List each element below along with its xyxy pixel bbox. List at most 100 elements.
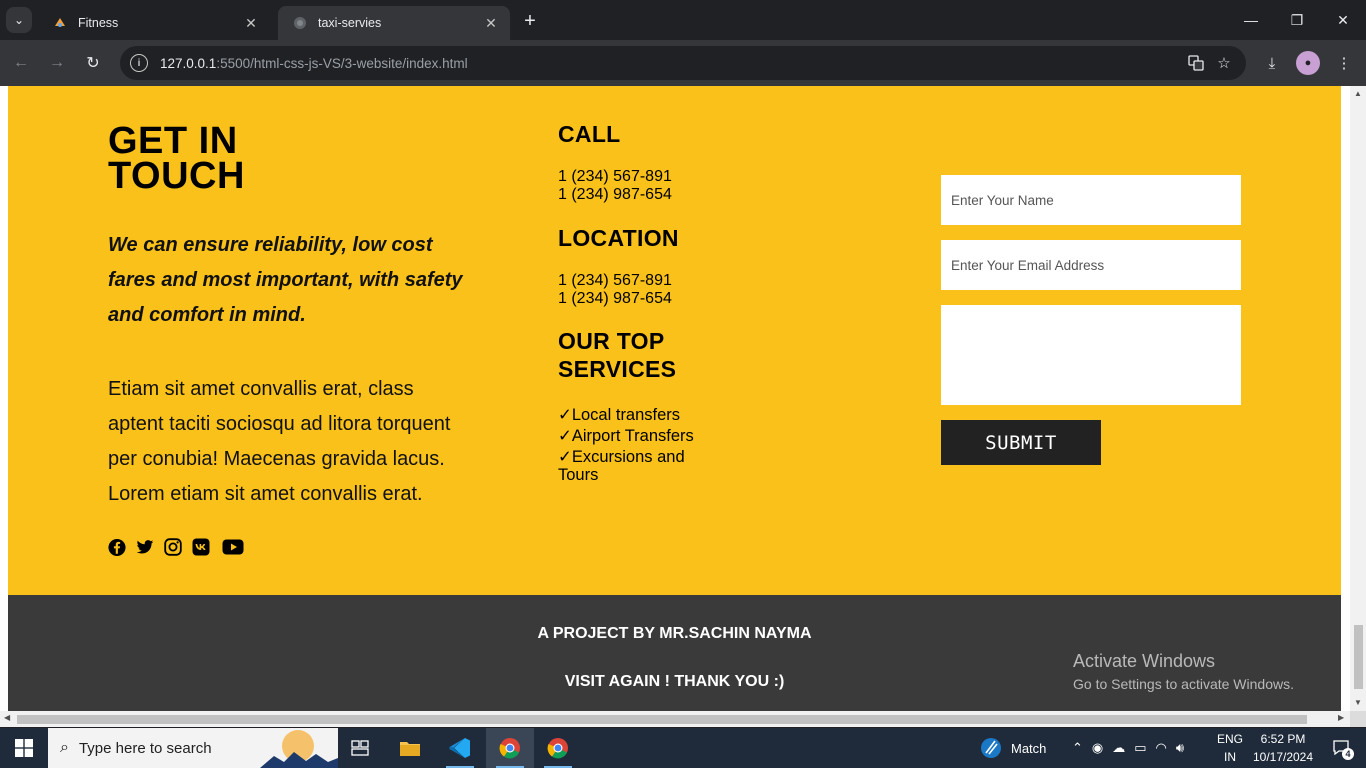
taskbar-search-box[interactable]: ⌕ Type here to search (48, 728, 338, 768)
start-button[interactable] (0, 728, 48, 768)
facebook-icon[interactable] (108, 538, 126, 556)
email-placeholder: Enter Your Email Address (951, 257, 1105, 273)
minimize-icon[interactable]: — (1228, 0, 1274, 40)
tab-title: taxi-servies (318, 16, 382, 30)
wifi-icon[interactable]: ◠ (1156, 740, 1167, 756)
lang-region: IN (1224, 750, 1236, 764)
tagline: We can ensure reliability, low cost fare… (108, 234, 463, 326)
location-line: 1 (234) 567-891 (558, 272, 672, 289)
page-footer: A PROJECT BY MR.SACHIN NAYMA VISIT AGAIN… (8, 595, 1341, 711)
url-host: 127.0.0.1 (160, 55, 217, 71)
tab-fitness[interactable]: Fitness ✕ (38, 6, 270, 40)
close-tab-icon[interactable]: ✕ (482, 14, 500, 32)
scroll-up-arrow-icon[interactable]: ▲ (1354, 89, 1362, 98)
location-line: 1 (234) 987-654 (558, 290, 672, 307)
service-item: ✓Airport Transfers (558, 427, 694, 445)
social-links (108, 538, 246, 556)
description-paragraph: Etiam sit amet convallis erat, class apt… (108, 378, 451, 505)
close-window-icon[interactable]: ✕ (1320, 0, 1366, 40)
vscode-icon (449, 738, 470, 758)
fitness-favicon-icon (52, 15, 68, 31)
contact-section: GET IN TOUCH We can ensure reliability, … (8, 86, 1341, 595)
vertical-scroll-thumb[interactable] (1354, 625, 1363, 689)
globe-icon (292, 15, 308, 31)
reload-icon[interactable]: ↻ (80, 50, 106, 76)
download-icon[interactable]: ⤓ (1258, 49, 1286, 77)
site-info-icon[interactable]: i (130, 54, 148, 72)
instagram-icon[interactable] (164, 538, 182, 556)
translate-icon[interactable] (1182, 49, 1210, 77)
clock[interactable]: 6:52 PM 10/17/2024 (1248, 730, 1318, 766)
tab-title: Fitness (78, 16, 119, 30)
page-viewport: GET IN TOUCH We can ensure reliability, … (0, 86, 1366, 727)
clock-date: 10/17/2024 (1252, 750, 1314, 764)
file-explorer-button[interactable] (386, 728, 434, 768)
url-text[interactable]: 127.0.0.1:5500/html-css-js-VS/3-website/… (160, 56, 1182, 71)
name-input[interactable]: Enter Your Name (941, 175, 1241, 225)
forward-arrow-icon[interactable]: → (44, 50, 70, 76)
notification-badge: 4 (1342, 748, 1354, 760)
service-item: Tours (558, 466, 599, 484)
battery-icon[interactable]: ▭ (1134, 740, 1146, 756)
activate-windows-title: Activate Windows (1073, 651, 1216, 671)
scroll-left-arrow-icon[interactable]: ◀ (4, 713, 10, 722)
scroll-right-arrow-icon[interactable]: ▶ (1338, 713, 1344, 722)
submit-button[interactable]: SUBMIT (941, 420, 1101, 465)
url-path: :5500/html-css-js-VS/3-website/index.htm… (216, 55, 468, 71)
chrome-icon (499, 738, 520, 759)
menu-kebab-icon[interactable]: ⋮ (1330, 49, 1358, 77)
browser-toolbar: ← → ↻ i 127.0.0.1:5500/html-css-js-VS/3-… (0, 40, 1366, 86)
chevron-up-icon[interactable]: ⌃ (1072, 740, 1083, 756)
call-phone: 1 (234) 987-654 (558, 186, 672, 203)
bookmark-star-icon[interactable]: ☆ (1210, 49, 1238, 77)
horizontal-scrollbar[interactable]: ◀ ▶ (0, 711, 1350, 727)
chevron-down-icon: ⌄ (13, 13, 25, 27)
task-view-button[interactable] (336, 728, 384, 768)
name-placeholder: Enter Your Name (951, 192, 1054, 208)
notification-center-button[interactable]: 4 (1322, 728, 1362, 768)
volume-icon[interactable]: 🔊︎ (1176, 740, 1184, 756)
heading-line: OUR TOP (558, 328, 665, 354)
close-tab-icon[interactable]: ✕ (242, 14, 260, 32)
chrome-button-2[interactable] (534, 728, 582, 768)
meet-now-icon[interactable]: ◉ (1092, 740, 1103, 756)
search-placeholder: Type here to search (78, 739, 212, 757)
address-bar[interactable]: i 127.0.0.1:5500/html-css-js-VS/3-websit… (120, 46, 1246, 80)
restore-icon[interactable]: ❐ (1274, 0, 1320, 40)
windows-taskbar: ⌕ Type here to search Match ⌃ ◉ ☁ ▭ ◠ 🔊︎… (0, 728, 1366, 768)
heading-line: TOUCH (108, 155, 245, 197)
tab-taxi-servies[interactable]: taxi-servies ✕ (278, 6, 510, 40)
service-item: ✓Local transfers (558, 406, 681, 424)
email-input[interactable]: Enter Your Email Address (941, 240, 1241, 290)
twitter-icon[interactable] (136, 538, 154, 556)
lang-code: ENG (1216, 732, 1243, 746)
windows-logo-icon (15, 739, 33, 757)
scroll-down-arrow-icon[interactable]: ▼ (1354, 698, 1362, 707)
weather-label: Match (1011, 740, 1047, 756)
new-tab-button[interactable]: + (518, 9, 542, 33)
vscode-button[interactable] (436, 728, 484, 768)
back-arrow-icon[interactable]: ← (8, 50, 34, 76)
weather-widget[interactable]: Match (980, 728, 1046, 768)
tab-search-button[interactable]: ⌄ (6, 7, 32, 33)
onedrive-cloud-icon[interactable]: ☁ (1112, 740, 1125, 756)
vertical-scrollbar[interactable]: ▲ ▼ (1350, 86, 1366, 727)
profile-avatar[interactable]: ● (1296, 51, 1320, 75)
chrome-button[interactable] (486, 728, 534, 768)
heading-line: GET IN (108, 120, 238, 162)
search-icon: ⌕ (60, 739, 69, 756)
input-language[interactable]: ENG IN (1216, 730, 1244, 766)
location-heading: LOCATION (558, 225, 679, 251)
task-view-icon (351, 740, 369, 756)
footer-credit: A PROJECT BY MR.SACHIN NAYMA (537, 625, 812, 642)
horizontal-scroll-thumb[interactable] (17, 715, 1307, 724)
youtube-icon[interactable] (220, 538, 246, 556)
call-heading: CALL (558, 121, 621, 147)
vk-icon[interactable] (192, 538, 210, 556)
activate-windows-subtitle: Go to Settings to activate Windows. (1073, 676, 1294, 692)
tab-bar: ⌄ Fitness ✕ taxi-servies ✕ + — ❐ ✕ (0, 0, 1366, 40)
message-textarea[interactable] (941, 305, 1241, 405)
cricket-icon (981, 738, 1001, 758)
services-heading: OUR TOP SERVICES (558, 327, 676, 383)
scrollbar-corner (1350, 711, 1366, 727)
